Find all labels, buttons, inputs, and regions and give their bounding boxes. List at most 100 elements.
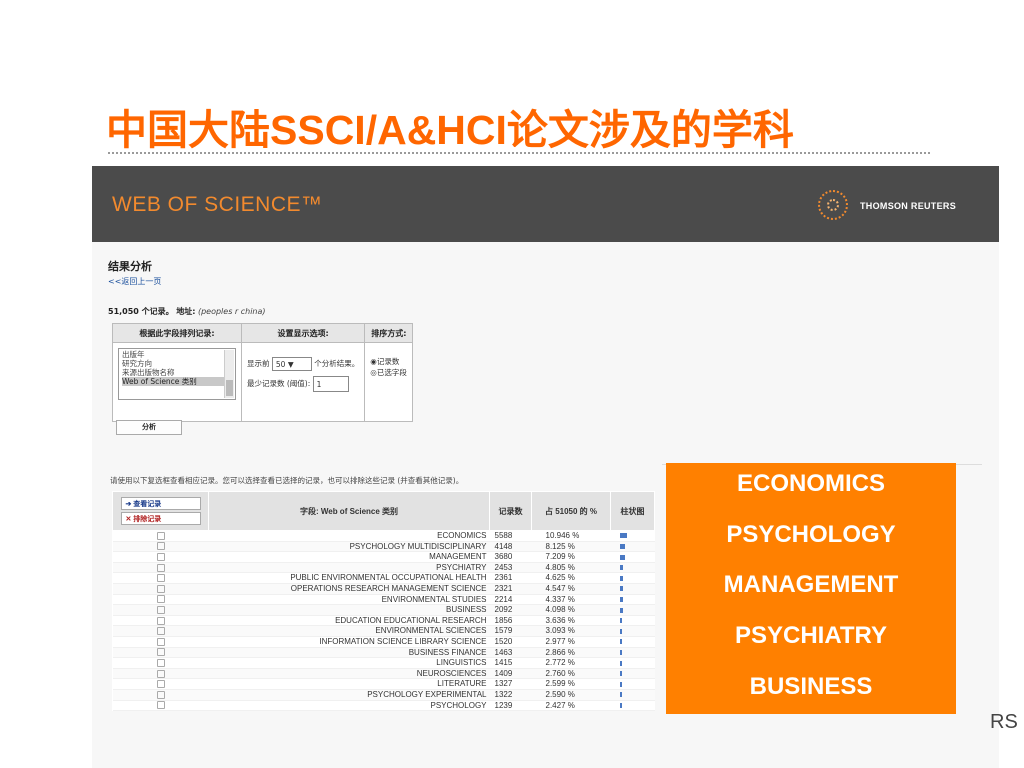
- row-field: NEUROSCIENCES: [208, 668, 490, 680]
- row-field: ENVIRONMENTAL STUDIES: [208, 594, 490, 606]
- chevron-down-icon: ▼: [287, 360, 294, 369]
- row-checkbox[interactable]: [156, 531, 165, 540]
- callout-item: MANAGEMENT: [723, 571, 899, 598]
- analysis-heading: 结果分析: [108, 260, 152, 273]
- row-checkbox[interactable]: [156, 553, 165, 562]
- view-records-button[interactable]: ➔ 查看记录: [120, 497, 201, 510]
- row-field: PSYCHIATRY: [208, 562, 490, 574]
- callout-item: BUSINESS: [749, 673, 873, 700]
- show-top-select[interactable]: 50 ▼: [271, 357, 312, 371]
- row-checkbox[interactable]: [156, 680, 165, 689]
- row-checkbox-cell: [112, 604, 209, 616]
- row-checkbox[interactable]: [156, 584, 165, 593]
- row-bar: [619, 628, 622, 634]
- row-checkbox[interactable]: [156, 574, 165, 583]
- count-column-header[interactable]: 记录数: [489, 491, 532, 531]
- sort-by-field-radio[interactable]: ◎已选字段: [370, 367, 407, 378]
- highlight-callout-box: ECONOMICS PSYCHOLOGY MANAGEMENT PSYCHIAT…: [666, 463, 956, 714]
- row-checkbox[interactable]: [156, 595, 165, 604]
- slide-title: 中国大陆SSCI/A&HCI论文涉及的学科: [106, 107, 794, 153]
- sort-by-count-radio[interactable]: ◉记录数: [370, 356, 407, 367]
- address-label: 地址:: [176, 307, 196, 316]
- field-option[interactable]: 出版年: [122, 350, 232, 359]
- table-row: PSYCHOLOGY EXPERIMENTAL 1322 2.590 %: [112, 689, 655, 701]
- percent-column-header[interactable]: 占 51050 的 %: [531, 491, 611, 531]
- row-count: 2361: [489, 572, 532, 584]
- callout-item: ECONOMICS: [736, 470, 885, 497]
- row-checkbox[interactable]: [156, 690, 165, 699]
- wos-logo[interactable]: WEB OF SCIENCE™: [112, 193, 323, 217]
- row-checkbox[interactable]: [156, 542, 165, 551]
- field-option[interactable]: 研究方向: [122, 359, 232, 368]
- row-percent: 3.093 %: [531, 625, 611, 637]
- row-checkbox-cell: [112, 657, 209, 669]
- analyze-button[interactable]: 分析: [116, 420, 182, 435]
- row-checkbox-cell: [112, 625, 209, 637]
- listbox-scrollbar[interactable]: [224, 350, 234, 398]
- show-top-value: 50: [275, 360, 286, 369]
- scrollbar-thumb[interactable]: [226, 380, 233, 396]
- rank-by-header: 根据此字段排列记录:: [112, 323, 242, 343]
- row-checkbox[interactable]: [156, 637, 165, 646]
- row-checkbox[interactable]: [156, 606, 165, 615]
- row-bar-cell: [610, 657, 655, 669]
- exclude-records-button[interactable]: ✕ 排除记录: [120, 512, 201, 525]
- row-percent: 4.098 %: [531, 604, 611, 616]
- row-checkbox[interactable]: [156, 563, 165, 572]
- results-table: ➔ 查看记录 ✕ 排除记录 字段: Web of Science 类别 记录数 …: [112, 491, 655, 712]
- row-field: EDUCATION EDUCATIONAL RESEARCH: [208, 615, 490, 627]
- row-percent: 4.547 %: [531, 583, 611, 595]
- row-bar-cell: [610, 551, 655, 563]
- field-listbox[interactable]: 出版年 研究方向 来源出版物名称 Web of Science 类别: [118, 348, 236, 400]
- row-field: BUSINESS FINANCE: [208, 647, 490, 659]
- row-checkbox[interactable]: [156, 669, 165, 678]
- row-bar: [619, 533, 627, 539]
- edge-text-fragment: RS: [990, 711, 1018, 733]
- back-link[interactable]: <<返回上一页: [108, 276, 161, 287]
- row-field: PSYCHOLOGY EXPERIMENTAL: [208, 689, 490, 701]
- row-bar-cell: [610, 583, 655, 595]
- table-row: LINGUISTICS 1415 2.772 %: [112, 657, 655, 669]
- table-row: MANAGEMENT 3680 7.209 %: [112, 551, 655, 563]
- address-value: (peoples r china): [197, 307, 266, 316]
- row-field: ECONOMICS: [208, 530, 490, 542]
- show-top-suffix: 个分析结果。: [314, 359, 360, 368]
- row-bar-cell: [610, 668, 655, 680]
- table-row: INFORMATION SCIENCE LIBRARY SCIENCE 1520 2…: [112, 636, 655, 648]
- row-bar-cell: [610, 636, 655, 648]
- row-checkbox-cell: [112, 594, 209, 606]
- row-count: 1463: [489, 647, 532, 659]
- row-count: 1327: [489, 678, 532, 690]
- field-option[interactable]: 来源出版物名称: [122, 368, 232, 377]
- row-bar-cell: [610, 700, 655, 712]
- row-bar-cell: [610, 647, 655, 659]
- row-bar-cell: [610, 615, 655, 627]
- row-count: 1322: [489, 689, 532, 701]
- row-checkbox-cell: [112, 700, 209, 712]
- row-bar: [619, 702, 622, 708]
- row-percent: 4.625 %: [531, 572, 611, 584]
- row-checkbox-cell: [112, 572, 209, 584]
- row-checkbox[interactable]: [156, 616, 165, 625]
- field-column-header[interactable]: 字段: Web of Science 类别: [208, 491, 490, 531]
- row-checkbox[interactable]: [156, 648, 165, 657]
- row-count: 2321: [489, 583, 532, 595]
- row-checkbox[interactable]: [156, 627, 165, 636]
- row-checkbox-cell: [112, 678, 209, 690]
- row-percent: 8.125 %: [531, 541, 611, 553]
- row-checkbox[interactable]: [156, 701, 165, 710]
- row-percent: 2.760 %: [531, 668, 611, 680]
- thomson-reuters-wordmark: THOMSON REUTERS: [860, 201, 957, 211]
- row-checkbox-cell: [112, 647, 209, 659]
- field-option-selected[interactable]: Web of Science 类别: [122, 377, 226, 386]
- row-bar: [619, 575, 623, 581]
- row-bar: [619, 554, 625, 560]
- record-count: 51,050 个记录。 地址: (peoples r china): [108, 306, 266, 317]
- row-checkbox[interactable]: [156, 659, 165, 668]
- min-records-input[interactable]: 1: [312, 376, 349, 392]
- table-row: OPERATIONS RESEARCH MANAGEMENT SCIENCE 23…: [112, 583, 655, 595]
- row-checkbox-cell: [112, 551, 209, 563]
- row-bar-cell: [610, 541, 655, 553]
- row-field: PSYCHOLOGY: [208, 700, 490, 712]
- row-bar-cell: [610, 604, 655, 616]
